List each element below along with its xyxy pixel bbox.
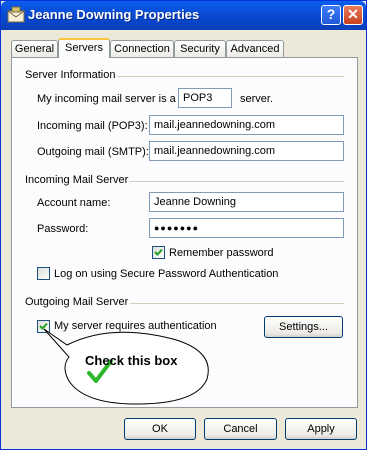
callout-text: Check this box — [85, 353, 178, 368]
properties-dialog: Jeanne Downing Properties ? ✕ General Se… — [0, 0, 367, 450]
tab-servers[interactable]: Servers — [58, 38, 110, 58]
callout-bubble — [43, 328, 209, 405]
cancel-button[interactable]: Cancel — [204, 418, 277, 440]
apply-button[interactable]: Apply — [285, 418, 357, 440]
ok-button[interactable]: OK — [124, 418, 196, 440]
